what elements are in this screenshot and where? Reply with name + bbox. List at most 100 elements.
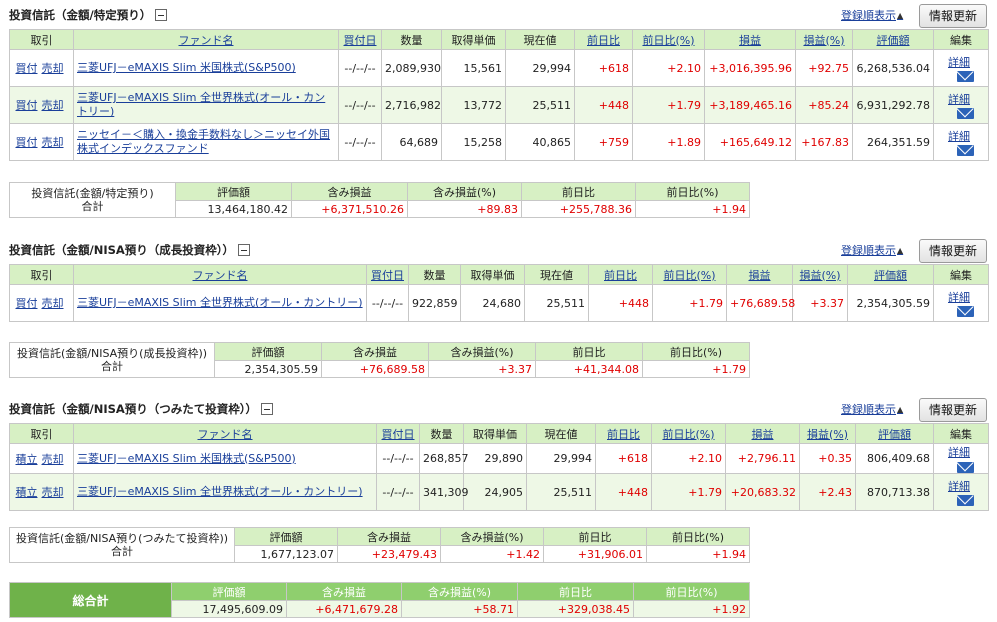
collapse-icon[interactable] (238, 244, 251, 256)
grand-total-table: 総合計 評価額 含み損益 含み損益(%) 前日比 前日比(%) 17,495,6… (9, 582, 750, 618)
sort-order-link[interactable]: 登録順表示 ▲ (841, 242, 903, 258)
buy-link[interactable]: 買付 (16, 62, 38, 75)
envelope-icon[interactable] (956, 461, 974, 473)
sort-order-link[interactable]: 登録順表示 ▲ (841, 7, 903, 23)
day-change-pct: +1.79 (652, 284, 727, 322)
detail-link[interactable]: 詳細 (948, 446, 970, 459)
col-header-price: 現在値 (524, 264, 589, 285)
detail-link[interactable]: 詳細 (948, 130, 970, 143)
buy-link[interactable]: 買付 (16, 297, 38, 310)
profit-loss-pct: +92.75 (795, 49, 853, 87)
summary-change-pct: +1.94 (646, 545, 750, 563)
detail-link[interactable]: 詳細 (948, 93, 970, 106)
sell-link[interactable]: 売却 (42, 453, 64, 466)
sum-header-unrealized: 含み損益 (291, 182, 408, 201)
col-header-qty: 数量 (419, 423, 464, 444)
quantity: 341,309 (419, 473, 469, 511)
sell-link[interactable]: 売却 (42, 486, 64, 499)
section-title-tokutei: 投資信託（金額/特定預り） (9, 5, 168, 25)
summary-unrealized: +6,371,510.26 (291, 200, 408, 218)
summary-label: 投資信託(金額/特定預り) 合計 (9, 182, 176, 218)
refresh-button[interactable]: 情報更新 (919, 398, 987, 422)
collapse-icon[interactable] (155, 9, 168, 21)
col-header-change-pct[interactable]: 前日比(%) (632, 29, 705, 50)
col-header-value[interactable]: 評価額 (855, 423, 934, 444)
collapse-icon[interactable] (261, 403, 274, 415)
col-header-buy-date[interactable]: 買付日 (366, 264, 409, 285)
current-price: 29,994 (505, 49, 575, 87)
col-header-pl-pct[interactable]: 損益(%) (792, 264, 848, 285)
day-change: +618 (574, 49, 633, 87)
col-header-buy-date[interactable]: 買付日 (338, 29, 382, 50)
col-header-buy-date[interactable]: 買付日 (376, 423, 420, 444)
envelope-icon[interactable] (956, 108, 974, 119)
envelope-icon[interactable] (956, 71, 974, 82)
buy-date: --/--/-- (338, 86, 382, 124)
sum-header-change-pct: 前日比(%) (642, 342, 750, 361)
col-header-price: 現在値 (505, 29, 575, 50)
quantity: 922,859 (408, 284, 461, 322)
col-header-change[interactable]: 前日比 (588, 264, 653, 285)
cost-price: 15,561 (441, 49, 506, 87)
col-header-change[interactable]: 前日比 (595, 423, 652, 444)
col-header-value[interactable]: 評価額 (847, 264, 934, 285)
col-header-change-pct[interactable]: 前日比(%) (652, 264, 727, 285)
buy-date: --/--/-- (376, 473, 420, 511)
fund-name-link[interactable]: 三菱UFJ－eMAXIS Slim 米国株式(S&P500) (77, 61, 335, 75)
col-header-edit: 編集 (933, 29, 989, 50)
col-header-fund[interactable]: ファンド名 (73, 264, 367, 285)
fund-name-link[interactable]: 三菱UFJ－eMAXIS Slim 米国株式(S&P500) (77, 452, 373, 466)
fund-name-link[interactable]: 三菱UFJ－eMAXIS Slim 全世界株式(オール・カントリー) (77, 485, 373, 499)
sum-header-unrealized-pct: 含み損益(%) (440, 527, 544, 546)
summary-table-nisa-growth: 投資信託(金額/NISA預り(成長投資枠)) 合計 評価額 含み損益 含み損益(… (9, 342, 750, 378)
section-title-nisa-tsumitate: 投資信託（金額/NISA預り（つみたて投資枠）） (9, 399, 274, 419)
buy-link[interactable]: 買付 (16, 99, 38, 112)
triangle-up-icon: ▲ (897, 245, 904, 255)
refresh-button[interactable]: 情報更新 (919, 4, 987, 28)
summary-unrealized: +23,479.43 (337, 545, 441, 563)
sum-header-change-pct: 前日比(%) (646, 527, 750, 546)
sell-link[interactable]: 売却 (42, 136, 64, 149)
table-row: 買付 売却 ニッセイ－＜購入・換金手数料なし＞ニッセイ外国株式インデックスファンド… (9, 123, 989, 161)
sell-link[interactable]: 売却 (42, 99, 64, 112)
tsumitate-link[interactable]: 積立 (16, 486, 38, 499)
fund-name-link[interactable]: 三菱UFJ－eMAXIS Slim 全世界株式(オール・カントリー) (77, 296, 363, 310)
col-header-value[interactable]: 評価額 (852, 29, 934, 50)
profit-loss: +76,689.58 (726, 284, 795, 322)
col-header-edit: 編集 (933, 423, 989, 444)
day-change: +448 (574, 86, 633, 124)
buy-date: --/--/-- (366, 284, 409, 322)
sort-order-link[interactable]: 登録順表示 ▲ (841, 401, 903, 417)
col-header-trade: 取引 (9, 423, 74, 444)
detail-link[interactable]: 詳細 (948, 56, 970, 69)
sell-link[interactable]: 売却 (42, 62, 64, 75)
fund-name-link[interactable]: 三菱UFJ－eMAXIS Slim 全世界株式(オール・カントリー) (77, 91, 335, 119)
total-header-change: 前日比 (517, 582, 634, 601)
col-header-fund[interactable]: ファンド名 (73, 423, 377, 444)
col-header-pl[interactable]: 損益 (704, 29, 796, 50)
valuation: 6,268,536.04 (852, 49, 934, 87)
col-header-change[interactable]: 前日比 (574, 29, 633, 50)
detail-link[interactable]: 詳細 (948, 480, 970, 493)
envelope-icon[interactable] (956, 306, 974, 317)
holdings-table-tokutei: 取引 ファンド名 買付日 数量 取得単価 現在値 前日比 前日比(%) 損益 損… (9, 29, 989, 161)
fund-name-link[interactable]: ニッセイ－＜購入・換金手数料なし＞ニッセイ外国株式インデックスファンド (77, 128, 335, 156)
col-header-pl[interactable]: 損益 (725, 423, 800, 444)
col-header-pl-pct[interactable]: 損益(%) (799, 423, 856, 444)
col-header-pl-pct[interactable]: 損益(%) (795, 29, 853, 50)
detail-link[interactable]: 詳細 (948, 291, 970, 304)
envelope-icon[interactable] (956, 495, 974, 506)
valuation: 264,351.59 (852, 123, 934, 161)
sell-link[interactable]: 売却 (42, 297, 64, 310)
sum-header-change: 前日比 (535, 342, 643, 361)
col-header-pl[interactable]: 損益 (726, 264, 793, 285)
col-header-price: 現在値 (526, 423, 596, 444)
summary-value: 2,354,305.59 (214, 360, 322, 378)
envelope-icon[interactable] (956, 145, 974, 156)
table-row: 買付 売却 三菱UFJ－eMAXIS Slim 全世界株式(オール・カントリー) … (9, 284, 989, 322)
col-header-change-pct[interactable]: 前日比(%) (651, 423, 726, 444)
refresh-button[interactable]: 情報更新 (919, 239, 987, 263)
buy-link[interactable]: 買付 (16, 136, 38, 149)
col-header-fund[interactable]: ファンド名 (73, 29, 339, 50)
tsumitate-link[interactable]: 積立 (16, 453, 38, 466)
